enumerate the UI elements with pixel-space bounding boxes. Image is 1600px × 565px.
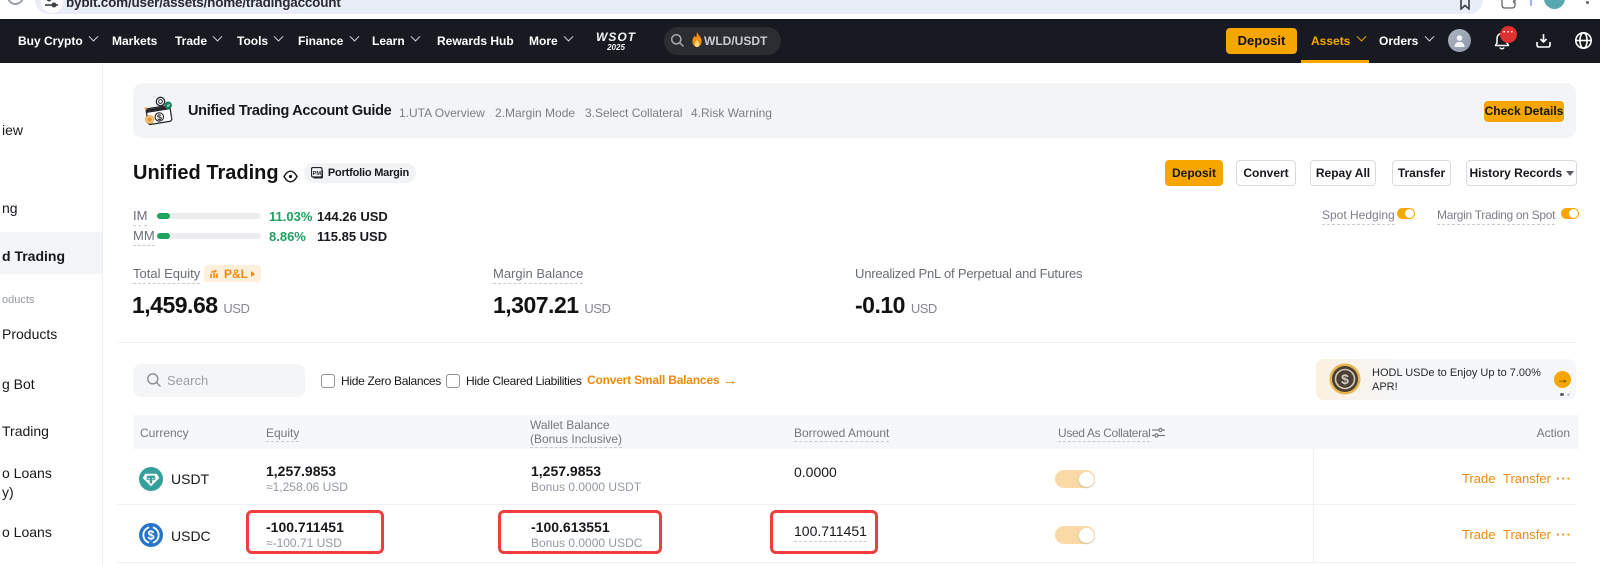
svg-text:$: $ bbox=[1341, 371, 1349, 387]
svg-text:$: $ bbox=[148, 528, 155, 542]
svg-text:PM: PM bbox=[313, 171, 322, 177]
